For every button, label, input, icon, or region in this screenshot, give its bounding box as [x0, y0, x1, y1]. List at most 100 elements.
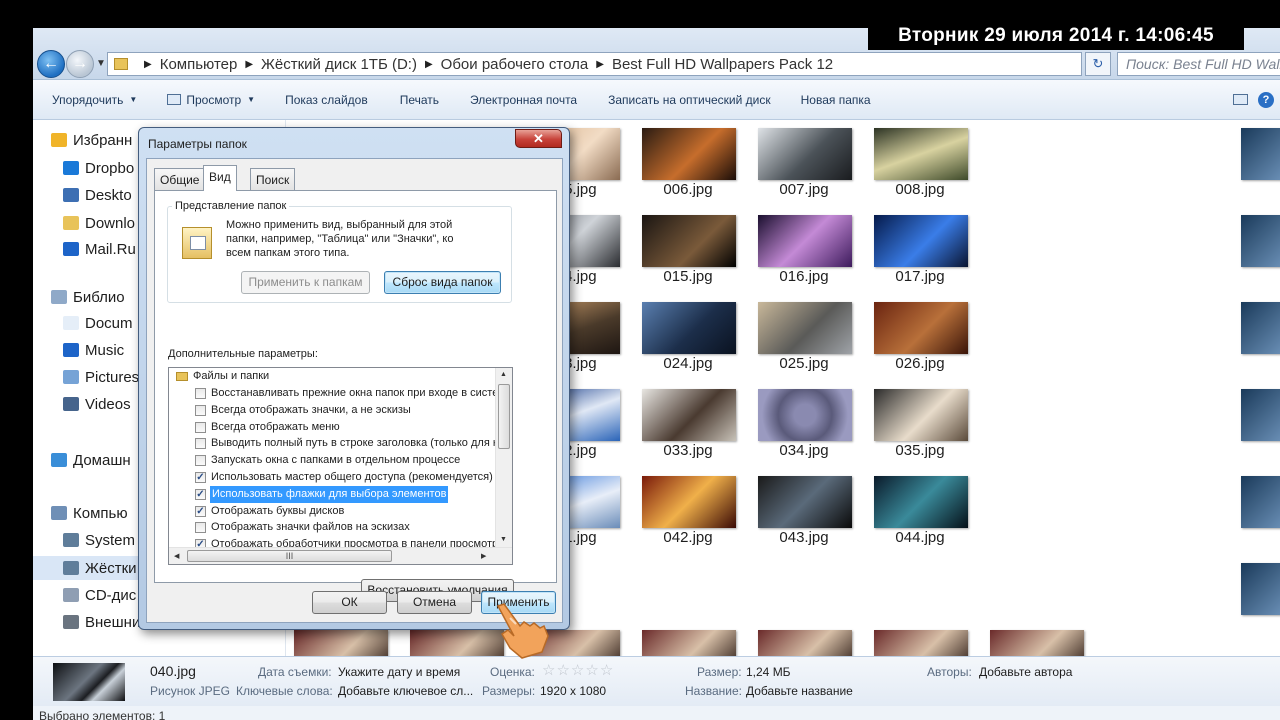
view-button[interactable]: Просмотр ▼ — [137, 93, 255, 107]
file-thumbnail[interactable]: 035.jpg — [866, 381, 974, 463]
checkbox[interactable] — [195, 438, 206, 450]
star-icon[interactable]: ☆ — [556, 662, 570, 679]
chevron-right-icon[interactable]: ▶ — [596, 59, 604, 70]
scroll-down-icon[interactable]: ▼ — [500, 536, 507, 543]
option-row[interactable]: Запускать окна с папками в отдельном про… — [169, 452, 512, 469]
option-row[interactable]: Всегда отображать значки, а не эскизы — [169, 402, 512, 419]
tab-search[interactable]: Поиск — [250, 168, 296, 190]
ok-button[interactable]: ОК — [312, 591, 387, 614]
rating-stars[interactable]: ☆☆☆☆☆ — [542, 661, 614, 679]
authors-value[interactable]: Добавьте автора — [979, 665, 1072, 679]
scroll-up-icon[interactable]: ▲ — [500, 371, 507, 378]
horizontal-scrollbar[interactable]: ◀ III ▶ — [169, 547, 512, 564]
thumbnail-image — [758, 389, 852, 441]
thumbnail-image — [1241, 563, 1280, 615]
star-icon[interactable]: ☆ — [600, 662, 614, 679]
checkbox[interactable] — [195, 522, 206, 534]
file-thumbnail[interactable]: 007.jpg — [750, 120, 858, 202]
option-row[interactable]: ✓ Использовать флажки для выбора элементо… — [169, 485, 512, 503]
cancel-button[interactable]: Отмена — [397, 591, 472, 614]
checkbox[interactable] — [195, 404, 206, 416]
option-row[interactable]: ✓ Использовать мастер общего доступа (рек… — [169, 469, 512, 486]
file-thumbnail[interactable]: 034.jpg — [750, 381, 858, 463]
file-thumbnail[interactable]: 024.jpg — [634, 294, 742, 376]
address-input[interactable]: ▶ Компьютер ▶ Жёсткий диск 1ТБ (D:) ▶ Об… — [107, 52, 1108, 76]
checkbox[interactable] — [195, 455, 206, 467]
file-name: 015.jpg — [663, 268, 713, 285]
file-thumbnail[interactable]: 025.jpg — [750, 294, 858, 376]
recent-pages-dropdown[interactable]: ▼ — [96, 58, 106, 69]
file-thumbnail[interactable]: 044.jpg — [866, 468, 974, 550]
hscroll-thumb[interactable]: III — [187, 550, 392, 562]
chevron-right-icon[interactable]: ▶ — [425, 59, 433, 70]
star-icon[interactable]: ☆ — [585, 662, 599, 679]
option-row[interactable]: Отображать значки файлов на эскизах — [169, 519, 512, 536]
chevron-right-icon[interactable]: ▶ — [144, 59, 152, 70]
title-value[interactable]: Добавьте название — [746, 684, 853, 698]
file-thumbnail[interactable]: 042.jpg — [634, 468, 742, 550]
close-icon: ✕ — [533, 131, 544, 146]
option-row[interactable]: ✓ Отображать буквы дисков — [169, 503, 512, 520]
details-pane: 040.jpg Рисунок JPEG Дата съемки: Укажит… — [33, 656, 1280, 706]
refresh-button[interactable]: ↻ — [1085, 52, 1111, 76]
star-icon[interactable]: ☆ — [542, 662, 556, 679]
scroll-thumb[interactable] — [498, 384, 510, 449]
option-label: Отображать буквы дисков — [211, 504, 345, 517]
thumbnail-image — [874, 389, 968, 441]
rating-label: Оценка: — [490, 665, 535, 679]
chevron-right-icon[interactable]: ▶ — [245, 59, 253, 70]
tab-general[interactable]: Общие — [154, 168, 206, 190]
file-thumbnail[interactable]: 017.jpg — [866, 207, 974, 289]
file-thumbnail[interactable]: 043.jpg — [750, 468, 858, 550]
option-row[interactable]: Всегда отображать меню — [169, 419, 512, 436]
breadcrumb-wallpapers[interactable]: Обои рабочего стола — [441, 56, 589, 73]
downloads-icon — [63, 216, 79, 230]
burn-button[interactable]: Записать на оптический диск — [577, 93, 771, 107]
option-row[interactable]: Выводить полный путь в строке заголовка … — [169, 435, 512, 452]
breadcrumb-computer[interactable]: Компьютер — [160, 56, 238, 73]
breadcrumb-pack[interactable]: Best Full HD Wallpapers Pack 12 — [612, 56, 833, 73]
print-button[interactable]: Печать — [368, 93, 439, 107]
date-taken-label: Дата съемки: — [258, 665, 332, 679]
tab-view[interactable]: Вид — [203, 165, 237, 191]
documents-icon — [63, 316, 79, 330]
star-icon[interactable]: ☆ — [571, 662, 585, 679]
organize-button[interactable]: Упорядочить ▼ — [33, 93, 137, 107]
email-button[interactable]: Электронная почта — [439, 93, 577, 107]
search-input[interactable]: Поиск: Best Full HD Wallp — [1117, 52, 1280, 76]
file-thumbnail[interactable]: 026.jpg — [866, 294, 974, 376]
checkbox[interactable]: ✓ — [195, 505, 206, 517]
scroll-left-icon[interactable]: ◀ — [174, 552, 179, 560]
forward-button[interactable]: → — [66, 50, 94, 78]
thumbnail-image — [874, 302, 968, 354]
slideshow-button[interactable]: Показ слайдов — [255, 93, 368, 107]
advanced-settings-list[interactable]: Файлы и папки Восстанавливать прежние ок… — [168, 367, 513, 565]
thumbnail-image — [990, 630, 1084, 656]
breadcrumb-drive[interactable]: Жёсткий диск 1ТБ (D:) — [261, 56, 417, 73]
vertical-scrollbar[interactable]: ▲ ▼ — [495, 368, 512, 549]
back-button[interactable]: ← — [37, 50, 65, 78]
date-taken-value[interactable]: Укажите дату и время — [338, 665, 460, 679]
title-label: Название: — [685, 684, 742, 698]
option-row[interactable]: Восстанавливать прежние окна папок при в… — [169, 385, 512, 402]
checkbox[interactable]: ✓ — [195, 488, 206, 500]
new-folder-button[interactable]: Новая папка — [771, 93, 871, 107]
file-thumbnail[interactable]: 033.jpg — [634, 381, 742, 463]
checkbox[interactable] — [195, 388, 206, 399]
scroll-right-icon[interactable]: ▶ — [481, 552, 486, 560]
apply-to-folders-button[interactable]: Применить к папкам — [241, 271, 370, 294]
checkbox[interactable]: ✓ — [195, 472, 206, 483]
file-thumbnail[interactable]: 008.jpg — [866, 120, 974, 202]
close-button[interactable]: ✕ — [515, 129, 562, 148]
keywords-value[interactable]: Добавьте ключевое сл... — [338, 684, 473, 698]
thumbnail-image — [642, 215, 736, 267]
checkbox[interactable] — [195, 421, 206, 433]
file-thumbnail[interactable]: 016.jpg — [750, 207, 858, 289]
change-view-icon[interactable] — [1233, 94, 1248, 105]
reset-folders-button[interactable]: Сброс вида папок — [384, 271, 501, 294]
file-thumbnail[interactable]: 015.jpg — [634, 207, 742, 289]
file-thumbnail[interactable]: 006.jpg — [634, 120, 742, 202]
file-name: 044.jpg — [895, 529, 945, 546]
desktop-icon — [63, 188, 79, 202]
help-icon[interactable]: ? — [1258, 92, 1274, 108]
